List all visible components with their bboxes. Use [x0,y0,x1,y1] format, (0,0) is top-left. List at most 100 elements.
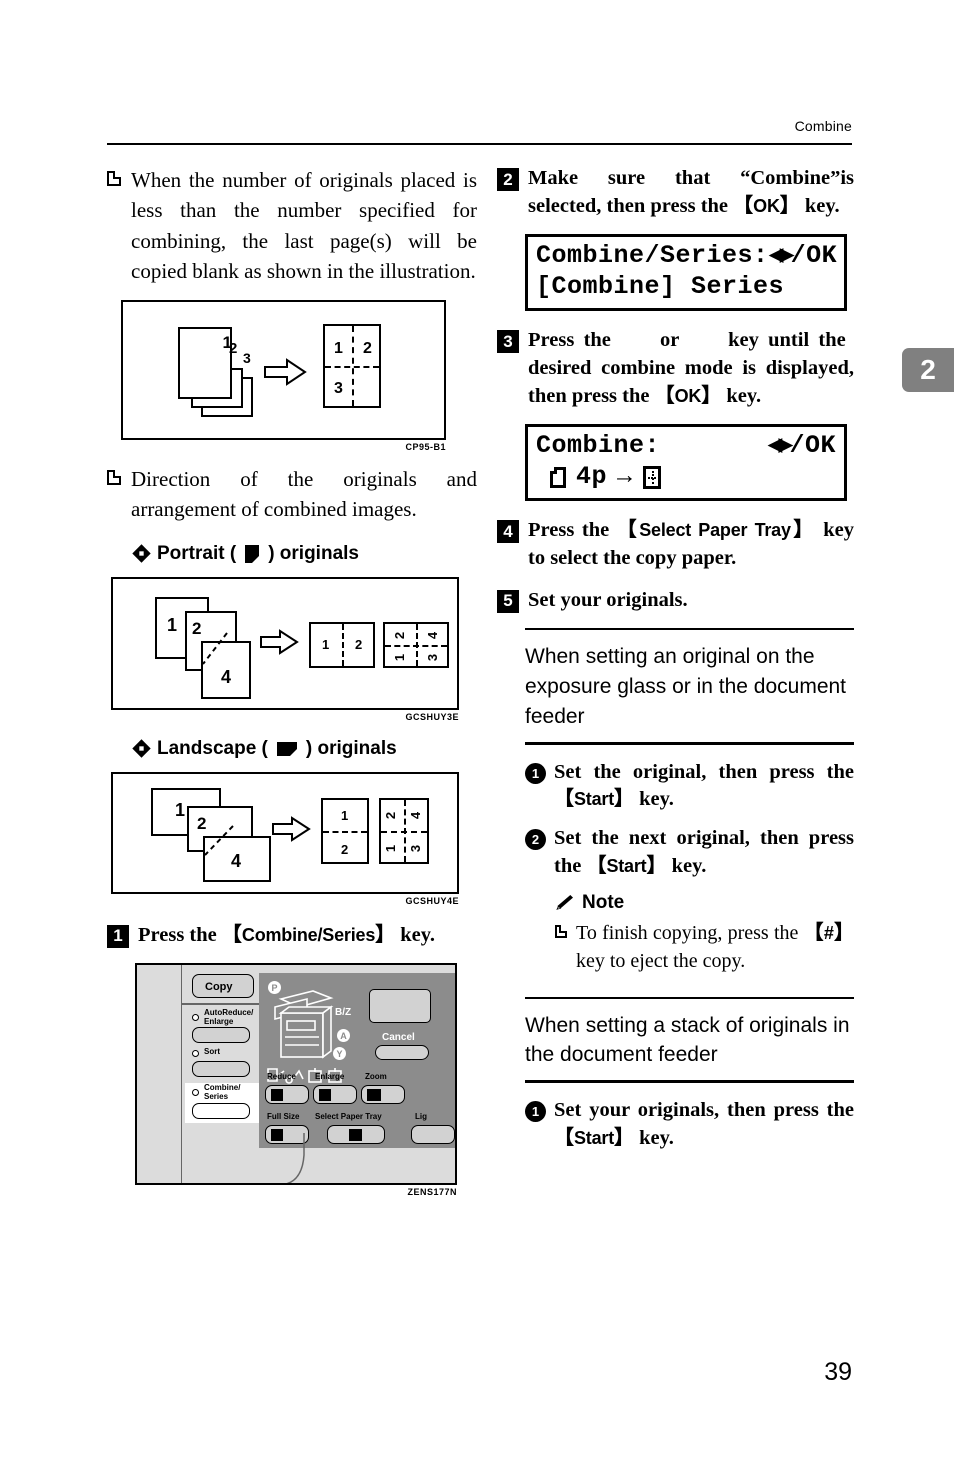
figure-output-cell: 2 [392,631,408,639]
diamond-bullet-icon [132,544,151,563]
lcd-line2: [Combine] Series [536,271,785,301]
portrait-page-icon [245,544,260,563]
figure-output-cell: 2 [341,841,349,857]
heading-landscape-originals: Landscape ( ) originals [132,737,477,760]
step-number: 2 [497,168,519,191]
panel-button-lighter[interactable] [411,1125,455,1145]
lcd-line1-left: Combine: [536,431,661,461]
step-text-after: key. [721,384,762,407]
figure-control-panel: Copy AutoReduce/ Enlarge Sort Combine/ S… [135,963,457,1197]
figure-caption: ZENS177N [407,1187,457,1198]
figure-output-cell: 1 [334,339,343,357]
panel-button-auto-reduce-enlarge[interactable] [192,1027,250,1044]
four-up-grid-icon [642,465,661,489]
square-bullet-icon [107,469,121,485]
step-text-mid: or [650,329,689,352]
step-key-label: OK [674,385,702,406]
diamond-bullet-icon [132,739,151,758]
diagram-label-bz: B/Z [335,1007,352,1019]
right-arrow-key-icon: ▷⃝ [688,331,719,351]
step-text-after: key. [799,194,840,217]
substep-text-after: key. [634,788,674,811]
panel-label-zoom: Zoom [365,1072,387,1082]
figure-output-cell: 1 [392,653,408,661]
note-label: Note [582,891,625,913]
figure-output-cell: 2 [355,636,363,652]
figure-caption: GCSHUY3E [405,711,459,722]
panel-label-auto-reduce-enlarge: AutoReduce/ Enlarge [204,1008,254,1026]
step-5: 5 Set your originals. [497,587,854,615]
lcd-arrow-icon: → [617,461,633,491]
step-2: 2 Make sure that “Combine”is selected, t… [497,165,854,220]
section-rule-bottom [525,1080,854,1084]
reduce-icon [271,1089,283,1102]
panel-button-cancel[interactable] [375,1045,429,1061]
panel-label-cancel: Cancel [382,1032,415,1044]
note-text-after: key to eject the copy. [576,949,746,972]
section-heading-stack-originals: When setting a stack of originals in the… [525,1013,850,1067]
substep-text: Set the next original, then press the 【S… [554,827,854,877]
figure-output-cell: 1 [341,807,349,823]
note-text: To finish copying, press the 【#】 key to … [576,921,854,972]
step-1: 1 Press the 【Combine/Series】 key. [107,922,477,950]
panel-button-sort[interactable] [192,1061,250,1078]
substep-text-before: Set your originals, then press the [554,1099,854,1122]
panel-lcd-screen [369,989,431,1024]
flow-arrow-icon [260,628,299,655]
step-text-before: Press the [138,923,222,946]
heading-suffix: ) originals [268,542,359,564]
substep-text-before: Set the original, then press the [554,760,854,783]
step-3: 3 Press the ◁⃝ or ▷⃝ key until the desir… [497,327,854,410]
lcd-line2-text: 4p [576,461,608,491]
section-rule-bottom [525,741,854,745]
figure-output-cell: 3 [425,653,441,661]
substep-key-label: Start [574,789,615,810]
figure-output-cell: 1 [322,636,330,652]
figure-output-cell: 1 [383,844,399,852]
zoom-icon [367,1089,381,1102]
figure-original-label: 1 [175,799,186,820]
panel-label-full-size: Full Size [267,1112,300,1122]
panel-label-sort: Sort [204,1047,220,1057]
panel-label-select-paper-tray: Select Paper Tray [315,1112,382,1122]
step-text-before: Press the [528,329,621,352]
figure-caption: CP95-B1 [405,441,446,452]
substep-text-after: key. [666,854,707,877]
substep-number: 1 [525,762,546,784]
section-rule-top [525,996,854,999]
heading-portrait-originals: Portrait ( ) originals [132,542,477,565]
substep-2: 2 Set the next original, then press the … [525,825,854,880]
substep-number: 2 [525,829,546,851]
header-title: Combine [794,118,852,134]
page-header: Combine [107,118,852,136]
heading-prefix: Portrait ( [157,542,237,564]
page-corner-icon [550,466,566,488]
panel-label-lighter: Lig [415,1112,427,1122]
note-key-label: # [823,922,834,943]
figure-output-cell: 3 [408,844,424,852]
left-arrow-key-icon: ◁⃝ [620,331,651,351]
step-number: 4 [497,520,519,544]
step-number: 3 [497,330,519,354]
figure-output-cell: 2 [383,811,399,819]
flow-arrow-icon [272,815,311,842]
panel-label-enlarge: Enlarge [315,1072,345,1082]
page-number: 39 [824,1358,852,1386]
figure-portrait-arrangement: 1 2 4 1 2 2 4 1 3 GCSHUY3E [111,576,459,722]
flow-arrow-icon [264,357,307,386]
pencil-icon [556,894,573,910]
left-right-arrows-icon: ◀▶ [768,241,795,271]
substep-number: 1 [525,1101,546,1123]
substep-text: Set your originals, then press the 【Star… [554,1099,854,1149]
chapter-tab-number: 2 [920,354,936,385]
heading-prefix: Landscape ( [157,737,268,759]
right-column: 2 Make sure that “Combine”is selected, t… [497,165,854,1163]
substep-1: 1 Set the original, then press the 【Star… [525,759,854,814]
note-item: To finish copying, press the 【#】 key to … [555,919,854,975]
figure-original-label: 2 [229,339,238,357]
figure-caption: GCSHUY4E [405,895,459,906]
step-text: Press the 【Combine/Series】 key. [138,923,436,946]
panel-button-combine-series[interactable] [192,1103,250,1120]
note-text-before: To finish copying, press the [576,921,804,944]
lcd-display-combine-series: Combine/Series: ◀▶/OK [Combine] Series [525,234,847,312]
